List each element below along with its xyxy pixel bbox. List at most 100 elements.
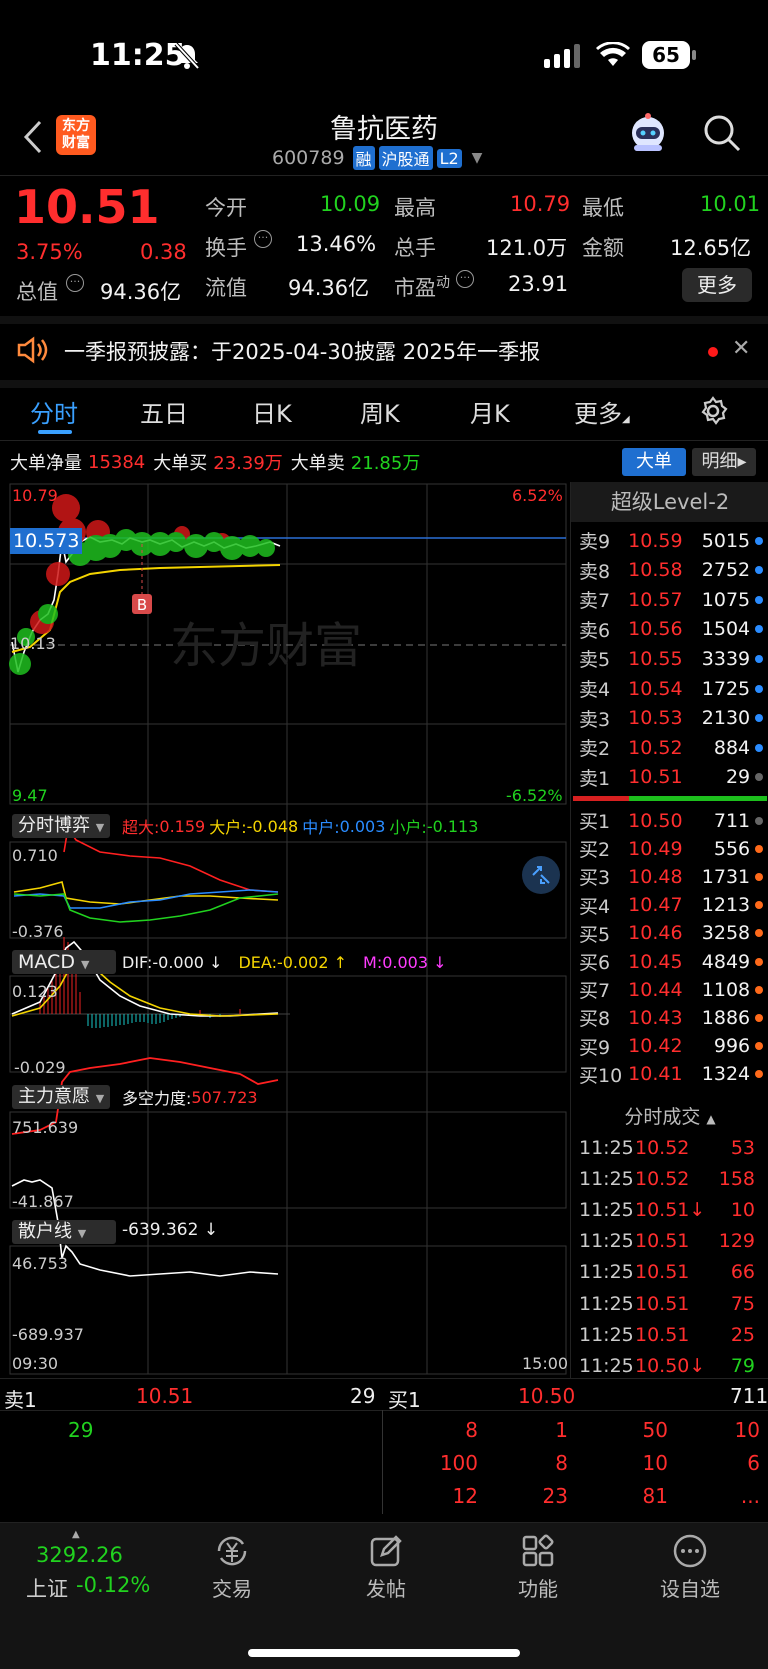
queue-buy-order: 8 — [465, 1418, 478, 1442]
post-nav[interactable]: 发帖 — [326, 1523, 446, 1623]
info-icon[interactable]: ··· — [66, 274, 84, 292]
ask-row[interactable]: 卖3 10.53 2130 — [571, 704, 763, 733]
bid-label: 买7 — [579, 980, 611, 1003]
info-icon[interactable]: ··· — [254, 230, 272, 248]
ask-price: 10.54 — [628, 677, 683, 700]
shx-dropdown[interactable]: 散户线 ▼ — [12, 1220, 116, 1244]
ask-row[interactable]: 卖1 10.51 29 — [571, 763, 763, 792]
more-dots-icon — [673, 1534, 707, 1568]
macd-dropdown[interactable]: MACD ▼ — [12, 950, 116, 974]
ask-volume: 3339 — [701, 647, 751, 670]
ask-row[interactable]: 卖9 10.59 5015 — [571, 526, 763, 555]
detail-button[interactable]: 明细▸ — [692, 448, 756, 476]
divider — [382, 1410, 383, 1514]
queue-buy-order: 10 — [642, 1451, 668, 1475]
ask-row[interactable]: 卖5 10.55 3339 — [571, 644, 763, 673]
tab-five-day[interactable]: 五日 — [140, 394, 188, 429]
watchlist-nav[interactable]: 设自选 — [630, 1523, 750, 1623]
float-value: 94.36亿 — [288, 276, 370, 300]
bid-volume: 711 — [713, 809, 751, 832]
ask-label: 卖8 — [579, 560, 611, 583]
bid-volume: 1886 — [701, 1006, 751, 1029]
zlyy-dropdown[interactable]: 主力意愿 ▼ — [12, 1085, 111, 1109]
badge-l2: L2 — [436, 148, 462, 168]
change-value: 0.38 — [140, 240, 187, 264]
bid-row[interactable]: 买2 10.49 556 — [571, 834, 763, 863]
fsbz-dropdown[interactable]: 分时博弈 ▼ — [12, 814, 111, 838]
ask-row[interactable]: 卖2 10.52 884 — [571, 733, 763, 762]
status-dot — [755, 773, 763, 782]
fsbz-min: -0.376 — [12, 922, 64, 941]
ask-volume: 29 — [725, 766, 751, 789]
bid-row[interactable]: 买6 10.45 4849 — [571, 947, 763, 976]
ask-label: 卖7 — [579, 590, 611, 613]
trade-volume: 158 — [718, 1167, 755, 1190]
queue-buy-order: 50 — [642, 1418, 668, 1442]
notice-bar[interactable]: 一季报预披露：于2025-04-30披露 2025年一季报 ✕ — [0, 324, 768, 380]
bid-row[interactable]: 买8 10.43 1886 — [571, 1003, 763, 1032]
ask-label: 卖2 — [579, 738, 611, 761]
macd-min: -0.029 — [14, 1058, 66, 1077]
close-icon[interactable]: ✕ — [732, 336, 750, 361]
chart-tabs: 分时 五日 日K 周K 月K 更多◢ — [0, 388, 768, 440]
stock-subtitle: 600789 融 沪股通 L2 ▼ — [272, 145, 482, 171]
index-name: 上证 — [26, 1577, 68, 1601]
queue-sell-vol: 29 — [350, 1384, 376, 1408]
function-nav[interactable]: 功能 — [478, 1523, 598, 1623]
tab-day-k[interactable]: 日K — [252, 394, 292, 429]
ask-row[interactable]: 卖7 10.57 1075 — [571, 585, 763, 614]
time-start: 09:30 — [12, 1354, 59, 1373]
ask-price: 10.53 — [628, 707, 683, 730]
tab-timeshare[interactable]: 分时 — [30, 394, 78, 429]
fsbz-small: -0.113 — [426, 816, 479, 836]
info-icon[interactable]: ··· — [456, 270, 474, 288]
ask-row[interactable]: 卖8 10.58 2752 — [571, 556, 763, 585]
trade-time: 11:25 — [579, 1292, 634, 1315]
trade-nav[interactable]: 交易 — [172, 1523, 292, 1623]
status-dot — [755, 684, 763, 693]
trade-label: 交易 — [212, 1577, 252, 1601]
bid-row[interactable]: 买3 10.48 1731 — [571, 862, 763, 891]
order-queue: 卖1 10.51 29 买1 10.50 711 29 8 1 50 10 100 8 10… — [0, 1380, 768, 1520]
divider — [0, 440, 768, 441]
bid-label: 买8 — [579, 1008, 611, 1031]
trades-title[interactable]: 分时成交 ▲ — [571, 1102, 768, 1129]
settings-gear-icon[interactable] — [698, 396, 728, 426]
status-dot — [755, 1013, 763, 1022]
bid-row[interactable]: 买7 10.44 1108 — [571, 975, 763, 1004]
status-dot — [755, 1042, 763, 1051]
robot-assistant-icon[interactable] — [626, 111, 670, 155]
trade-time: 11:25 — [579, 1167, 634, 1190]
tab-week-k[interactable]: 周K — [360, 394, 400, 429]
fsbz-max: 0.710 — [12, 846, 58, 865]
index-widget[interactable]: ▲ 3292.26 上证 -0.12% — [0, 1523, 160, 1623]
bid-label: 买2 — [579, 839, 611, 862]
sell-value: 21.85万 — [350, 453, 421, 474]
tab-month-k[interactable]: 月K — [470, 394, 510, 429]
b-marker[interactable]: B — [137, 596, 147, 614]
ask-row[interactable]: 卖6 10.56 1504 — [571, 615, 763, 644]
bid-row[interactable]: 买4 10.47 1213 — [571, 891, 763, 920]
status-dot — [755, 566, 763, 575]
queue-buy-order: 10 — [734, 1418, 760, 1442]
bid-price: 10.41 — [628, 1063, 683, 1086]
macd-values: DIF:-0.000 ↓ DEA:-0.002 ↑ M:0.003 ↓ — [122, 950, 447, 974]
queue-buy-order: 1 — [555, 1418, 568, 1442]
trade-volume: 66 — [730, 1261, 755, 1284]
search-icon[interactable] — [702, 113, 742, 153]
bid-price: 10.44 — [628, 978, 683, 1001]
ask-price: 10.51 — [628, 766, 683, 789]
bid-row[interactable]: 买5 10.46 3258 — [571, 919, 763, 948]
dropdown-caret-icon[interactable]: ▼ — [472, 150, 483, 166]
tab-more[interactable]: 更多◢ — [574, 394, 630, 429]
ask-row[interactable]: 卖4 10.54 1725 — [571, 674, 763, 703]
trade-time: 11:25 — [579, 1136, 634, 1159]
bid-row[interactable]: 买1 10.50 711 — [571, 806, 763, 835]
bid-row[interactable]: 买9 10.42 996 — [571, 1032, 763, 1061]
ask-price: 10.56 — [628, 618, 683, 641]
pe-value: 23.91 — [508, 272, 569, 296]
big-order-button[interactable]: 大单 — [622, 448, 686, 476]
bid-row[interactable]: 买10 10.41 1324 — [571, 1060, 763, 1089]
divider — [0, 1378, 768, 1379]
more-button[interactable]: 更多 — [682, 268, 752, 302]
